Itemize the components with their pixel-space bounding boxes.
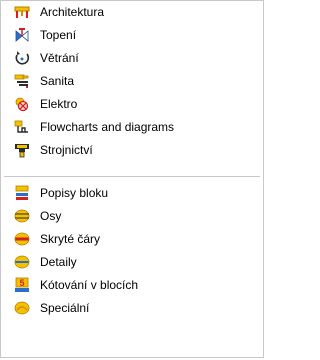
details-icon [14, 254, 30, 270]
menu-item-label: Topení [40, 28, 77, 42]
menu-item-label: Speciální [40, 301, 90, 315]
context-menu: Architektura Topení Větrání Sanita Elekt… [0, 0, 264, 358]
block-labels-icon [14, 185, 30, 201]
heating-valve-icon [14, 27, 30, 43]
menu-item-topeni[interactable]: Topení [1, 24, 263, 47]
menu-item-architektura[interactable]: Architektura [1, 1, 263, 24]
dimensioning-icon: 5 [14, 277, 30, 293]
menu-item-strojnictvi[interactable]: Strojnictví [1, 139, 263, 162]
architecture-table-icon [14, 4, 30, 20]
axes-icon [14, 208, 30, 224]
sanitary-faucet-icon [14, 73, 30, 89]
menu-separator [4, 176, 260, 177]
menu-item-kotovani[interactable]: 5 Kótování v blocích [1, 274, 263, 297]
menu-item-label: Architektura [40, 5, 105, 19]
hidden-lines-icon [14, 231, 30, 247]
menu-item-sanita[interactable]: Sanita [1, 70, 263, 93]
menu-item-skryte-cary[interactable]: Skryté čáry [1, 228, 263, 251]
ventilation-fan-icon [14, 50, 30, 66]
menu-item-elektro[interactable]: Elektro [1, 93, 263, 116]
menu-item-label: Popisy bloku [40, 186, 109, 200]
menu-item-vetrani[interactable]: Větrání [1, 47, 263, 70]
menu-item-popisy-bloku[interactable]: Popisy bloku [1, 182, 263, 205]
machinery-icon [14, 142, 30, 158]
menu-item-osy[interactable]: Osy [1, 205, 263, 228]
menu-item-label: Kótování v blocích [40, 278, 139, 292]
menu-item-detaily[interactable]: Detaily [1, 251, 263, 274]
flowchart-icon [14, 119, 30, 135]
menu-group-disciplines: Architektura Topení Větrání Sanita Elekt… [1, 1, 263, 162]
electric-lamp-icon [14, 96, 30, 112]
menu-item-label: Strojnictví [40, 143, 93, 157]
special-icon [14, 300, 30, 316]
menu-item-label: Sanita [40, 74, 75, 88]
svg-text:5: 5 [19, 278, 24, 288]
menu-item-label: Větrání [40, 51, 79, 65]
menu-item-label: Detaily [40, 255, 77, 269]
menu-group-annotations: Popisy bloku Osy Skryté čáry Detaily 5 K… [1, 182, 263, 320]
menu-item-label: Flowcharts and diagrams [40, 120, 175, 134]
menu-item-label: Elektro [40, 97, 78, 111]
menu-item-label: Osy [40, 209, 62, 223]
menu-item-specialni[interactable]: Speciální [1, 297, 263, 320]
menu-item-flowcharts[interactable]: Flowcharts and diagrams [1, 116, 263, 139]
menu-item-label: Skryté čáry [40, 232, 101, 246]
